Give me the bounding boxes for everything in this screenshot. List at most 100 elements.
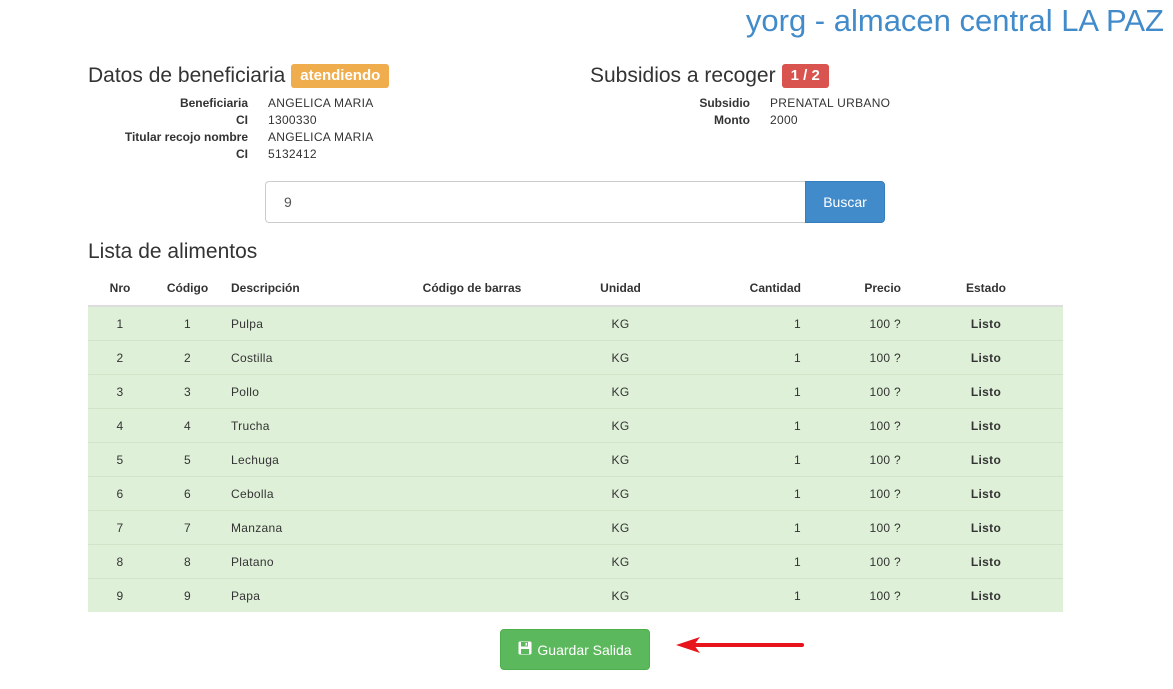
cell-descripcion: Manzana: [223, 510, 399, 545]
search-input[interactable]: [265, 181, 805, 223]
cell-unidad: KG: [545, 544, 696, 579]
cell-estado: Listo: [909, 476, 1063, 511]
cell-nro: 6: [88, 476, 152, 511]
search-button[interactable]: Buscar: [805, 181, 885, 223]
cell-unidad: KG: [545, 408, 696, 443]
beneficiary-section-title: Datos de beneficiaria atendiendo: [88, 64, 390, 88]
cell-precio: 100 ?: [809, 510, 909, 545]
cell-unidad: KG: [545, 510, 696, 545]
detail-term: CI: [236, 147, 248, 161]
column-header-nro: Nro: [88, 270, 152, 307]
subsidy-details: Subsidio PRENATAL URBANO Monto 2000: [590, 95, 890, 129]
column-header-descripcion: Descripción: [223, 270, 399, 307]
cell-cantidad: 1: [696, 476, 809, 511]
table-row: 5 5 Lechuga KG 1 100 ? Listo: [88, 442, 1063, 477]
cell-codigo: 9: [152, 578, 223, 612]
floppy-disk-icon: [518, 641, 532, 658]
beneficiary-title: Datos de beneficiaria: [88, 64, 286, 87]
cell-nro: 9: [88, 578, 152, 612]
cell-unidad: KG: [545, 578, 696, 612]
detail-row-beneficiaria: Beneficiaria ANGELICA MARIA: [88, 95, 374, 112]
detail-row-titular: Titular recojo nombre ANGELICA MARIA: [88, 129, 374, 146]
cell-descripcion: Pulpa: [223, 305, 399, 341]
detail-term: Monto: [714, 113, 750, 127]
cell-barras: [399, 305, 545, 341]
cell-precio: 100 ?: [809, 305, 909, 341]
cell-descripcion: Pollo: [223, 374, 399, 409]
cell-descripcion: Lechuga: [223, 442, 399, 477]
cell-codigo: 5: [152, 442, 223, 477]
column-header-estado: Estado: [909, 270, 1063, 307]
cell-cantidad: 1: [696, 408, 809, 443]
column-header-precio: Precio: [809, 270, 909, 307]
cell-barras: [399, 340, 545, 375]
cell-barras: [399, 476, 545, 511]
annotation-arrow-icon: [676, 637, 804, 653]
cell-precio: 100 ?: [809, 408, 909, 443]
beneficiary-details: Beneficiaria ANGELICA MARIA CI 1300330 T…: [88, 95, 374, 163]
cell-precio: 100 ?: [809, 442, 909, 477]
cell-descripcion: Cebolla: [223, 476, 399, 511]
cell-estado: Listo: [909, 374, 1063, 409]
detail-value: 1300330: [268, 113, 317, 127]
cell-estado: Listo: [909, 578, 1063, 612]
cell-barras: [399, 510, 545, 545]
cell-barras: [399, 544, 545, 579]
subsidies-title: Subsidios a recoger: [590, 64, 776, 87]
cell-unidad: KG: [545, 476, 696, 511]
cell-descripcion: Trucha: [223, 408, 399, 443]
cell-nro: 2: [88, 340, 152, 375]
cell-cantidad: 1: [696, 374, 809, 409]
food-list-title: Lista de alimentos: [88, 240, 258, 263]
status-badge: atendiendo: [291, 64, 390, 88]
detail-term: Subsidio: [699, 96, 750, 110]
cell-nro: 7: [88, 510, 152, 545]
table-row: 7 7 Manzana KG 1 100 ? Listo: [88, 510, 1063, 545]
table-row: 1 1 Pulpa KG 1 100 ? Listo: [88, 305, 1063, 341]
detail-term: CI: [236, 113, 248, 127]
cell-estado: Listo: [909, 340, 1063, 375]
cell-estado: Listo: [909, 408, 1063, 443]
cell-unidad: KG: [545, 442, 696, 477]
cell-codigo: 4: [152, 408, 223, 443]
cell-precio: 100 ?: [809, 544, 909, 579]
cell-codigo: 2: [152, 340, 223, 375]
cell-barras: [399, 442, 545, 477]
table-row: 3 3 Pollo KG 1 100 ? Listo: [88, 374, 1063, 409]
cell-estado: Listo: [909, 442, 1063, 477]
cell-barras: [399, 408, 545, 443]
table-row: 9 9 Papa KG 1 100 ? Listo: [88, 578, 1063, 612]
cell-precio: 100 ?: [809, 476, 909, 511]
detail-value: ANGELICA MARIA: [268, 96, 374, 110]
table-row: 4 4 Trucha KG 1 100 ? Listo: [88, 408, 1063, 443]
cell-cantidad: 1: [696, 305, 809, 341]
detail-term: Titular recojo nombre: [124, 130, 248, 144]
cell-estado: Listo: [909, 510, 1063, 545]
subsidies-section-title: Subsidios a recoger 1 / 2: [590, 64, 829, 88]
cell-cantidad: 1: [696, 544, 809, 579]
search-group: Buscar: [265, 181, 885, 223]
cell-barras: [399, 374, 545, 409]
detail-row-ci: CI 1300330: [88, 112, 374, 129]
save-exit-button[interactable]: Guardar Salida: [500, 629, 650, 670]
detail-value: 5132412: [268, 147, 317, 161]
subsidy-count-badge: 1 / 2: [781, 64, 829, 88]
save-exit-label: Guardar Salida: [537, 641, 632, 658]
detail-term: Beneficiaria: [179, 96, 248, 110]
column-header-unidad: Unidad: [545, 270, 696, 307]
column-header-cantidad: Cantidad: [696, 270, 809, 307]
detail-row-subsidio: Subsidio PRENATAL URBANO: [590, 95, 890, 112]
cell-barras: [399, 578, 545, 612]
column-header-codigo: Código: [152, 270, 223, 307]
cell-cantidad: 1: [696, 578, 809, 612]
cell-precio: 100 ?: [809, 578, 909, 612]
column-header-barras: Código de barras: [399, 270, 545, 307]
table-header-row: Nro Código Descripción Código de barras …: [88, 270, 1063, 307]
table-row: 8 8 Platano KG 1 100 ? Listo: [88, 544, 1063, 579]
cell-codigo: 7: [152, 510, 223, 545]
cell-precio: 100 ?: [809, 374, 909, 409]
cell-nro: 8: [88, 544, 152, 579]
cell-descripcion: Papa: [223, 578, 399, 612]
cell-codigo: 8: [152, 544, 223, 579]
app-title: yorg - almacen central LA PAZ: [745, 3, 1164, 38]
